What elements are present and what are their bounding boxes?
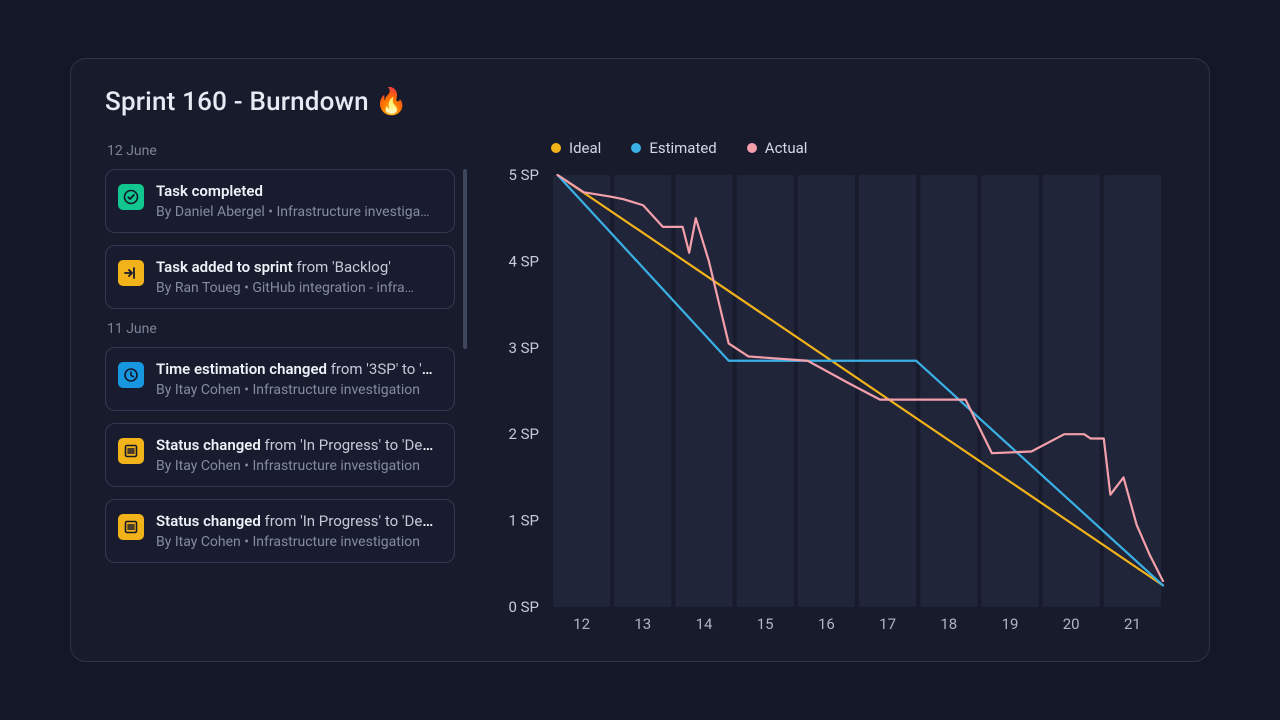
chart-svg: 0 SP 1 SP 2 SP 3 SP 4 SP 5 SP 12 13 14 15 16 17 18 19… (495, 169, 1175, 637)
chart-grid-column (981, 175, 1038, 607)
feed-scrollbar[interactable] (463, 169, 467, 349)
chart-grid-column (614, 175, 671, 607)
x-axis-tick-label: 15 (757, 615, 774, 633)
activity-byline: By Itay Cohen • Infrastructure investiga… (156, 534, 440, 550)
activity-title: Status changed from 'In Progress' to 'De… (156, 512, 440, 530)
legend-dot-icon (551, 143, 561, 153)
panel-body: 12 June Task completed By Daniel Abergel… (105, 139, 1175, 637)
y-axis-tick-label: 1 SP (508, 512, 539, 530)
y-axis-tick-label: 4 SP (508, 252, 539, 270)
chart-grid-column (798, 175, 855, 607)
legend-dot-icon (747, 143, 757, 153)
list-icon (118, 438, 144, 464)
activity-title: Status changed from 'In Progress' to 'De… (156, 436, 440, 454)
activity-card[interactable]: Task added to sprint from 'Backlog' By R… (105, 245, 455, 309)
y-axis-tick-label: 0 SP (508, 598, 539, 616)
panel-title: Sprint 160 - Burndown 🔥 (105, 87, 1175, 117)
chart-grid-column (553, 175, 610, 607)
activity-date-header: 12 June (107, 143, 453, 159)
activity-title: Task completed (156, 182, 440, 200)
activity-title: Task added to sprint from 'Backlog' (156, 258, 440, 276)
x-axis-tick-label: 16 (818, 615, 835, 633)
chart-grid-column (675, 175, 732, 607)
activity-date-header: 11 June (107, 321, 453, 337)
x-axis-tick-label: 12 (573, 615, 590, 633)
legend-item[interactable]: Actual (747, 139, 808, 157)
x-axis-tick-label: 19 (1002, 615, 1019, 633)
x-axis-tick-label: 18 (940, 615, 957, 633)
chart-grid-column (737, 175, 794, 607)
chart-grid-column (1043, 175, 1100, 607)
list-icon (118, 514, 144, 540)
x-axis-tick-label: 13 (634, 615, 651, 633)
activity-byline: By Ran Toueg • GitHub integration - infr… (156, 280, 440, 296)
y-axis-tick-label: 2 SP (508, 425, 539, 443)
activity-title: Time estimation changed from '3SP' to '5… (156, 360, 440, 378)
activity-byline: By Itay Cohen • Infrastructure investiga… (156, 382, 440, 398)
activity-feed-list[interactable]: 12 June Task completed By Daniel Abergel… (105, 139, 465, 637)
legend-item[interactable]: Ideal (551, 139, 601, 157)
y-axis-tick-label: 5 SP (508, 169, 539, 184)
check-icon (118, 184, 144, 210)
legend-label: Actual (765, 139, 808, 157)
arrow-in-icon (118, 260, 144, 286)
chart-area: Ideal Estimated Actual 0 SP 1 SP 2 SP 3 SP 4 S… (495, 139, 1175, 637)
activity-card[interactable]: Time estimation changed from '3SP' to '5… (105, 347, 455, 411)
burndown-panel: Sprint 160 - Burndown 🔥 12 June Task com… (70, 58, 1210, 662)
legend-item[interactable]: Estimated (631, 139, 716, 157)
chart-grid-column (859, 175, 916, 607)
y-axis-tick-label: 3 SP (508, 339, 539, 357)
x-axis-tick-label: 17 (879, 615, 896, 633)
legend-label: Ideal (569, 139, 601, 157)
x-axis-tick-label: 14 (696, 615, 713, 633)
activity-byline: By Itay Cohen • Infrastructure investiga… (156, 458, 440, 474)
activity-card[interactable]: Task completed By Daniel Abergel • Infra… (105, 169, 455, 233)
activity-card[interactable]: Status changed from 'In Progress' to 'De… (105, 423, 455, 487)
x-axis-tick-label: 21 (1124, 615, 1141, 633)
activity-card[interactable]: Status changed from 'In Progress' to 'De… (105, 499, 455, 563)
burndown-chart: 0 SP 1 SP 2 SP 3 SP 4 SP 5 SP 12 13 14 15 16 17 18 19… (495, 169, 1175, 641)
x-axis-tick-label: 20 (1063, 615, 1080, 633)
chart-grid-column (1104, 175, 1161, 607)
activity-feed: 12 June Task completed By Daniel Abergel… (105, 139, 465, 637)
activity-byline: By Daniel Abergel • Infrastructure inves… (156, 204, 440, 220)
clock-icon (118, 362, 144, 388)
chart-legend: Ideal Estimated Actual (495, 139, 1175, 157)
legend-label: Estimated (649, 139, 716, 157)
legend-dot-icon (631, 143, 641, 153)
